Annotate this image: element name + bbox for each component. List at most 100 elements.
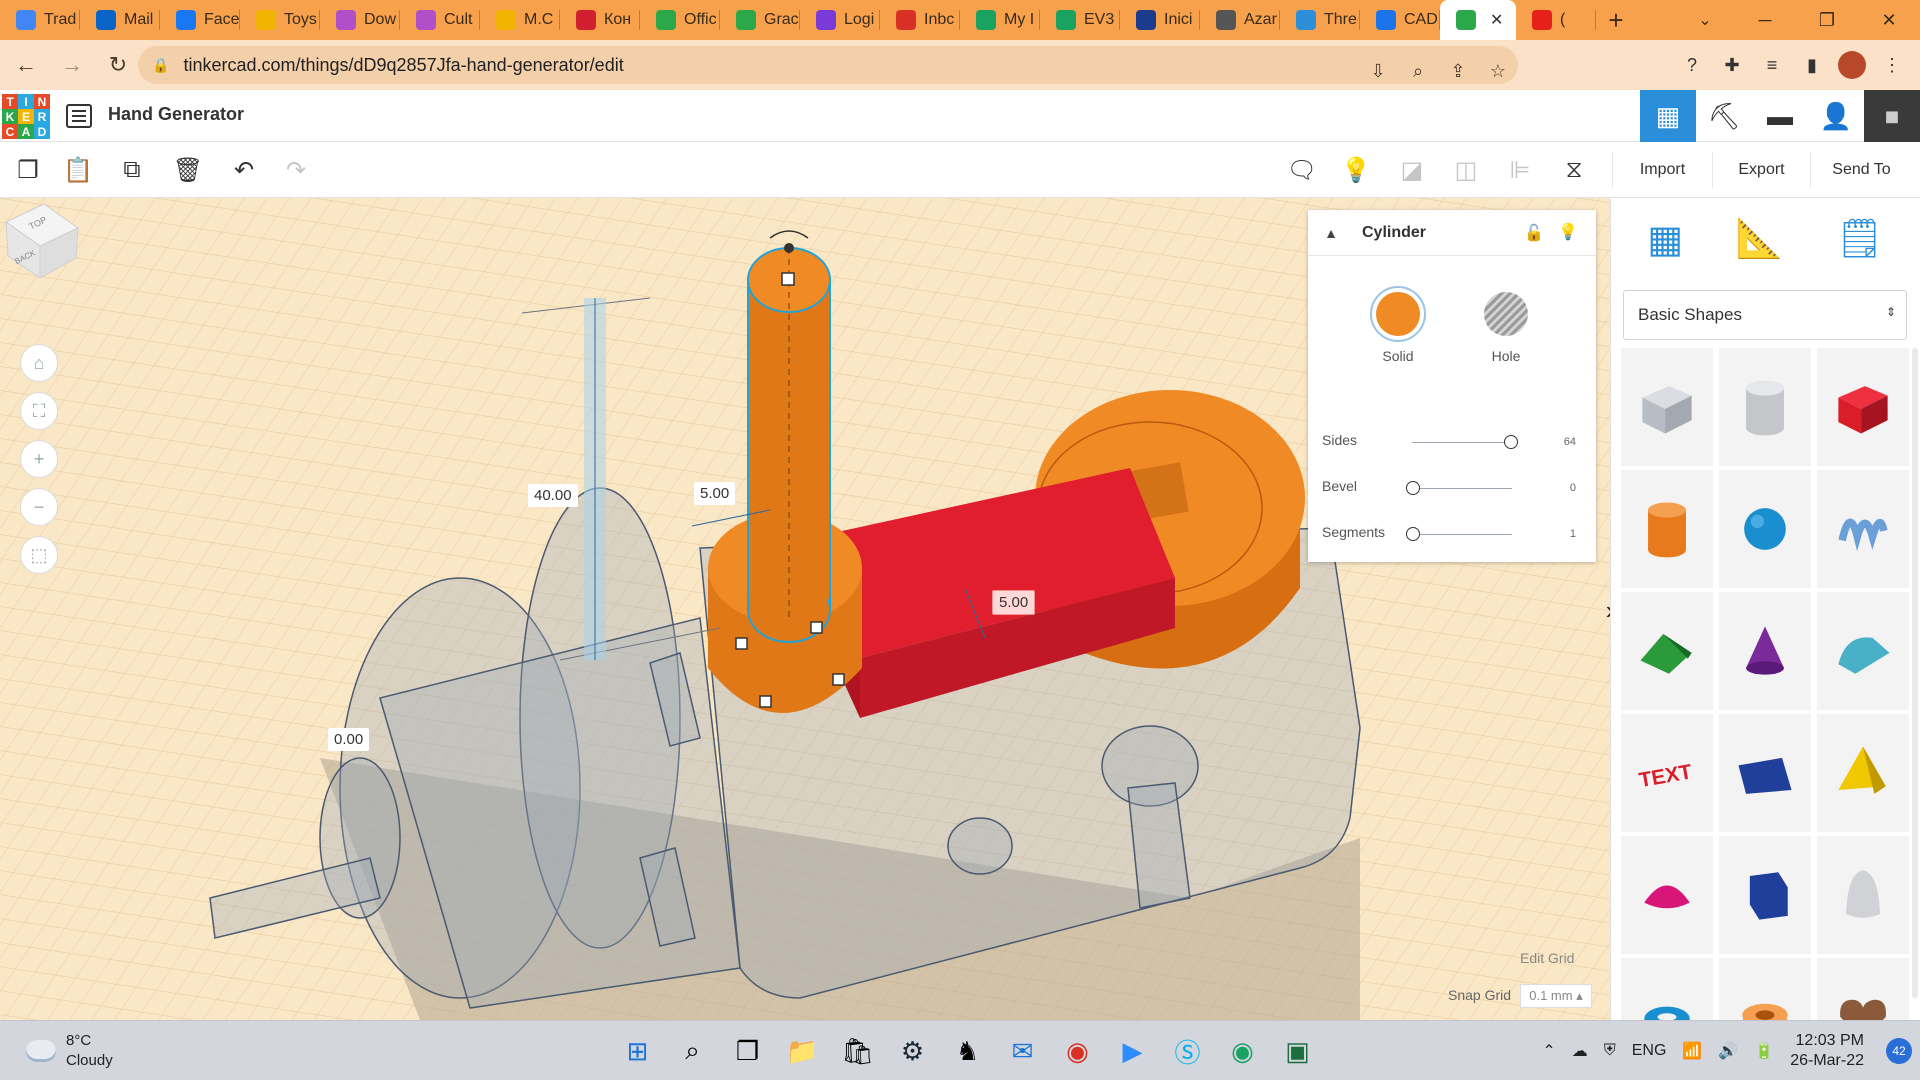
round-roof-shape[interactable] — [1817, 592, 1909, 710]
cylinder-hole-shape[interactable] — [1719, 348, 1811, 466]
snap-grid-select[interactable]: 0.1 mm ▴ — [1520, 984, 1592, 1008]
align-icon[interactable]: ⊫ — [1500, 150, 1540, 190]
elevation-dimension[interactable]: 0.00 — [328, 728, 370, 751]
tab-search-icon[interactable]: ⌄ — [1685, 0, 1725, 40]
browser-tab[interactable]: Face — [160, 0, 240, 40]
browser-tab[interactable]: Mail — [80, 0, 160, 40]
browser-tab[interactable]: Кон — [560, 0, 640, 40]
mail-icon[interactable]: ✉ — [995, 1029, 1050, 1073]
chrome-profile-icon[interactable]: ◉ — [1215, 1029, 1270, 1073]
excel-icon[interactable]: ▣ — [1270, 1029, 1325, 1073]
more-menu-icon[interactable]: ⋮ — [1872, 45, 1912, 85]
forward-icon[interactable]: → — [52, 45, 92, 85]
close-tab-icon[interactable]: ✕ — [1490, 10, 1503, 30]
tray-app-icon[interactable]: ⛨ — [1604, 1042, 1616, 1060]
browser-tab[interactable]: ( — [1516, 0, 1596, 40]
paste-icon[interactable]: 📋 — [58, 150, 98, 190]
lock-icon[interactable]: 🔓 — [1524, 223, 1544, 243]
browser-tab[interactable]: Inbc — [880, 0, 960, 40]
ruler-icon[interactable]: 📐 — [1736, 217, 1783, 261]
pyramid-shape[interactable] — [1817, 714, 1909, 832]
height-dimension[interactable]: 40.00 — [528, 484, 578, 507]
length-dimension[interactable]: 5.00 — [992, 590, 1036, 615]
sides-value[interactable]: 64 — [1564, 436, 1576, 448]
polygon-shape[interactable] — [1719, 836, 1811, 954]
start-icon[interactable]: ⊞ — [610, 1029, 665, 1073]
shapes-scrollbar[interactable] — [1912, 348, 1918, 998]
shape-name[interactable]: Cylinder — [1362, 224, 1426, 242]
export-button[interactable]: Export — [1712, 152, 1810, 188]
box-shape[interactable] — [1817, 348, 1909, 466]
browser-tab[interactable]: M.C — [480, 0, 560, 40]
fit-view-icon[interactable]: ⛶ — [20, 392, 58, 430]
tray-chevron-icon[interactable]: ⌃ — [1542, 1041, 1555, 1061]
chrome-icon[interactable]: ◉ — [1050, 1029, 1105, 1073]
blocks-pickaxe-icon[interactable]: ⛏ — [1696, 90, 1752, 142]
box-hole-shape[interactable] — [1621, 348, 1713, 466]
new-tab-icon[interactable]: + — [1596, 0, 1636, 40]
view-cube[interactable]: TOP BACK — [0, 198, 80, 278]
task-view-icon[interactable]: ❐ — [720, 1029, 775, 1073]
visibility-bulb-icon[interactable]: 💡 — [1558, 222, 1578, 242]
zoom-icon[interactable]: ⌕ — [1398, 52, 1438, 90]
browser-tab[interactable]: Toys — [240, 0, 320, 40]
onedrive-icon[interactable]: ☁ — [1572, 1041, 1588, 1061]
delete-icon[interactable]: 🗑 — [168, 150, 208, 190]
undo-icon[interactable]: ↶ — [224, 150, 264, 190]
zoom-app-icon[interactable]: ▶ — [1105, 1029, 1160, 1073]
close-window-icon[interactable]: ✕ — [1858, 0, 1920, 40]
group-icon[interactable]: ◪ — [1392, 150, 1432, 190]
media-queue-icon[interactable]: ≡ — [1752, 45, 1792, 85]
wedge-shape[interactable] — [1719, 714, 1811, 832]
browser-tab[interactable]: CAD — [1360, 0, 1440, 40]
search-icon[interactable]: ⌕ — [665, 1029, 720, 1073]
browser-tab[interactable]: Cult — [400, 0, 480, 40]
back-icon[interactable]: ← — [6, 45, 46, 85]
shape-library-select[interactable]: Basic Shapes ⇕ — [1623, 290, 1907, 340]
segments-value[interactable]: 1 — [1570, 528, 1576, 540]
browser-tab[interactable]: Dow — [320, 0, 400, 40]
lock-icon[interactable]: 🔒 — [152, 57, 169, 74]
browser-tab[interactable]: Grac — [720, 0, 800, 40]
cone-shape[interactable] — [1719, 592, 1811, 710]
half-sphere-shape[interactable] — [1621, 836, 1713, 954]
share-icon[interactable]: ⇪ — [1438, 52, 1478, 90]
duplicate-icon[interactable]: ⧉ — [112, 150, 152, 190]
extensions-puzzle-icon[interactable]: ✚ — [1712, 45, 1752, 85]
browser-tab[interactable]: Azar — [1200, 0, 1280, 40]
redo-icon[interactable]: ↷ — [276, 150, 316, 190]
profile-avatar[interactable] — [1838, 51, 1866, 79]
copy-icon[interactable]: ❐ — [8, 150, 48, 190]
cylinder-shape[interactable] — [1621, 470, 1713, 588]
file-explorer-icon[interactable]: 📁 — [775, 1029, 830, 1073]
design-title[interactable]: Hand Generator — [108, 104, 244, 125]
sides-slider-knob[interactable] — [1504, 435, 1518, 449]
language-indicator[interactable]: ENG — [1632, 1042, 1667, 1060]
3d-design-view-icon[interactable]: ▦ — [1640, 90, 1696, 142]
weather-widget[interactable]: 8°C Cloudy — [26, 1031, 113, 1071]
user-avatar[interactable]: ◼ — [1864, 90, 1920, 142]
show-all-icon[interactable]: 💡 — [1336, 150, 1376, 190]
minimize-icon[interactable]: ─ — [1734, 0, 1796, 40]
sides-slider-track[interactable] — [1412, 442, 1512, 443]
bevel-slider-knob[interactable] — [1406, 481, 1420, 495]
import-button[interactable]: Import — [1612, 152, 1712, 188]
design-list-icon[interactable] — [66, 104, 92, 128]
notes-panel-icon[interactable]: 🗒 — [1835, 217, 1883, 261]
extension-help-icon[interactable]: ? — [1672, 45, 1712, 85]
workplane-grid-icon[interactable]: ▦ — [1647, 217, 1683, 262]
address-bar[interactable]: 🔒 tinkercad.com/things/dD9q2857Jfa-hand-… — [138, 46, 1518, 84]
width-dimension[interactable]: 5.00 — [694, 482, 736, 505]
paraboloid-shape[interactable] — [1817, 836, 1909, 954]
mirror-icon[interactable]: ⧖ — [1554, 150, 1594, 190]
game-app-icon[interactable]: ♞ — [940, 1029, 995, 1073]
volume-icon[interactable]: 🔊 — [1718, 1041, 1738, 1061]
battery-icon[interactable]: 🔋 — [1754, 1041, 1774, 1061]
browser-tab[interactable]: Trad — [0, 0, 80, 40]
zoom-out-icon[interactable]: − — [20, 488, 58, 526]
notes-icon[interactable]: 🗨 — [1282, 150, 1322, 190]
home-view-icon[interactable]: ⌂ — [20, 344, 58, 382]
segments-slider-knob[interactable] — [1406, 527, 1420, 541]
browser-tab[interactable]: Thre — [1280, 0, 1360, 40]
bevel-slider-track[interactable] — [1412, 488, 1512, 489]
